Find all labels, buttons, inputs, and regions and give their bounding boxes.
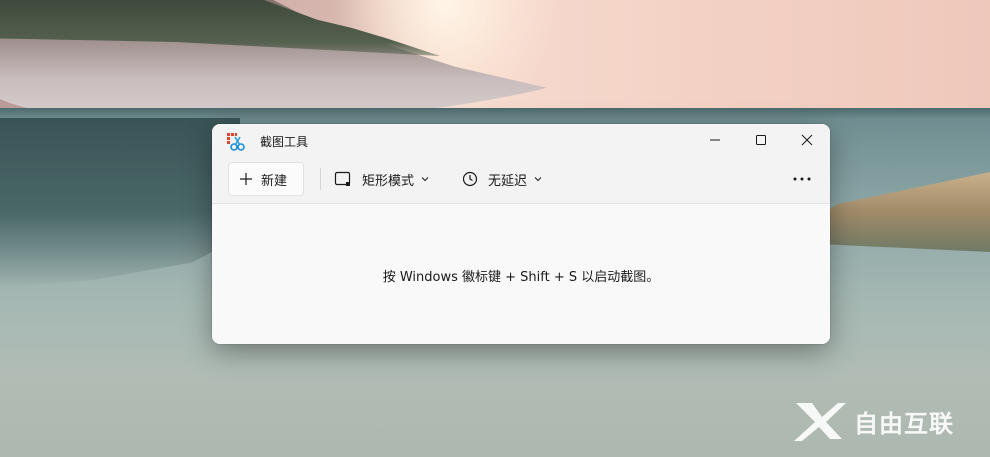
snip-content-area: 按 Windows 徽标键 + Shift + S 以启动截图。 [212, 204, 830, 344]
more-options-button[interactable] [784, 162, 820, 196]
snipping-tool-window: 截图工具 新建 矩形模式 无延迟 按 Windows 徽标键 + Shift +… [212, 124, 830, 344]
x-logo-icon [794, 403, 846, 441]
delay-label: 无延迟 [488, 173, 528, 189]
chevron-down-icon [421, 177, 429, 182]
window-title: 截图工具 [260, 135, 309, 149]
site-watermark: 自由互联 [792, 398, 982, 444]
snip-mode-dropdown[interactable]: 矩形模式 [334, 162, 430, 196]
more-icon [793, 177, 811, 181]
shortcut-hint: 按 Windows 徽标键 + Shift + S 以启动截图。 [382, 270, 660, 285]
maximize-icon [756, 135, 766, 145]
close-button[interactable] [784, 124, 830, 156]
watermark-text: 自由互联 [854, 409, 954, 438]
toolbar-divider [320, 168, 321, 190]
plus-icon [240, 173, 252, 185]
delay-dropdown[interactable]: 无延迟 [462, 162, 543, 196]
title-bar[interactable]: 截图工具 [212, 124, 830, 156]
minimize-icon [710, 139, 720, 141]
clock-icon [462, 171, 478, 187]
rectangle-mode-icon [334, 171, 351, 186]
maximize-button[interactable] [738, 124, 784, 156]
chevron-down-icon [534, 177, 542, 182]
snip-mode-label: 矩形模式 [362, 173, 415, 189]
new-snip-label: 新建 [261, 173, 288, 189]
minimize-button[interactable] [692, 124, 738, 156]
new-snip-button[interactable]: 新建 [228, 162, 304, 196]
close-icon [801, 134, 813, 146]
toolbar: 新建 矩形模式 无延迟 [212, 156, 830, 204]
snipping-tool-app-icon [226, 132, 246, 152]
